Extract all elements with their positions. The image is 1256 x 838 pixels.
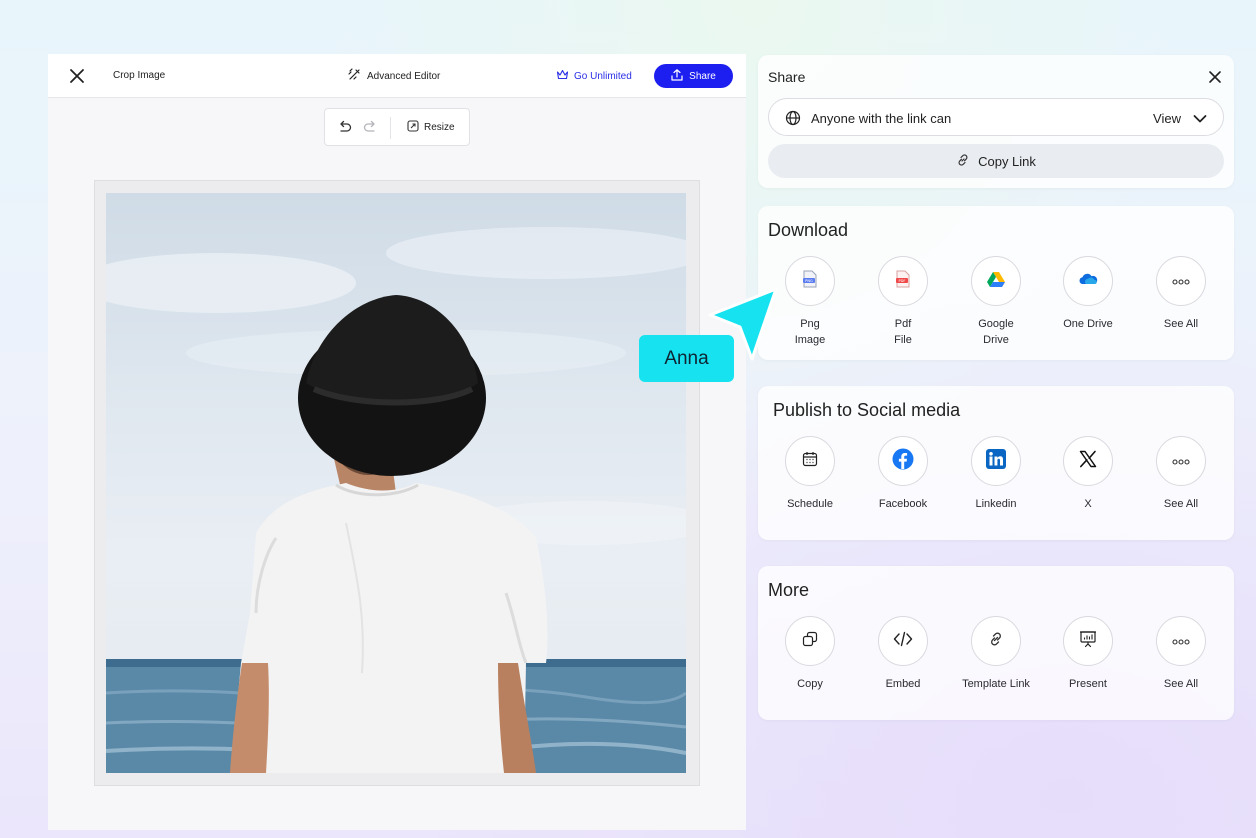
more-title: More	[768, 580, 810, 600]
option-label: File	[894, 334, 912, 346]
download-google-drive-option[interactable]: Google Drive	[961, 256, 1031, 348]
option-label: Embed	[885, 678, 921, 690]
svg-text:PNG: PNG	[805, 279, 813, 283]
link-access-value: View	[1153, 111, 1181, 126]
option-label: Facebook	[878, 498, 928, 510]
presentation-icon	[1079, 630, 1097, 653]
onedrive-icon	[1078, 272, 1098, 291]
magic-wand-icon	[348, 68, 361, 84]
download-title: Download	[768, 220, 849, 240]
svg-text:PDF: PDF	[898, 279, 905, 283]
more-icon	[1172, 452, 1190, 470]
linkedin-icon	[986, 448, 1006, 474]
option-label: Present	[1069, 678, 1107, 690]
toolbar-divider	[390, 117, 391, 139]
social-see-all-option[interactable]: See All	[1146, 436, 1216, 512]
option-label: Pdf	[894, 318, 912, 330]
resize-button[interactable]: Resize	[407, 120, 455, 135]
advanced-editor-button[interactable]: Advanced Editor	[348, 68, 440, 84]
option-label: Copy	[797, 678, 823, 690]
more-see-all-option[interactable]: See All	[1146, 616, 1216, 692]
go-unlimited-label: Go Unlimited	[574, 70, 632, 82]
photo-man-with-hat[interactable]	[106, 193, 686, 773]
share-panel: Share Anyone with the link can View Copy…	[758, 55, 1234, 188]
share-panel-title: Share	[768, 69, 806, 85]
option-label: Template Link	[962, 678, 1030, 690]
more-section: More Copy Embed Template Link Present Se…	[758, 566, 1234, 720]
x-option[interactable]: X	[1053, 436, 1123, 512]
link-icon	[988, 631, 1004, 652]
linkedin-option[interactable]: Linkedin	[961, 436, 1031, 512]
share-button[interactable]: Share	[654, 64, 733, 88]
facebook-icon	[892, 448, 914, 475]
resize-label: Resize	[424, 122, 455, 133]
schedule-option[interactable]: Schedule	[775, 436, 845, 512]
crown-icon	[556, 69, 569, 83]
option-label: One Drive	[1063, 318, 1113, 330]
x-icon	[1079, 450, 1097, 473]
resize-icon	[407, 120, 419, 135]
option-label: Image	[794, 334, 826, 346]
link-icon	[956, 153, 970, 170]
option-label: See All	[1163, 678, 1199, 690]
social-title: Publish to Social media	[773, 400, 961, 420]
facebook-option[interactable]: Facebook	[868, 436, 938, 512]
editor-topbar: Crop Image Advanced Editor Go Unlimited …	[48, 54, 746, 98]
option-label: Png	[800, 318, 820, 330]
download-section: Download PNG Png Image PDF Pdf File Google…	[758, 206, 1234, 360]
download-png-option[interactable]: PNG Png Image	[775, 256, 845, 348]
more-icon	[1172, 632, 1190, 650]
download-see-all-option[interactable]: See All	[1146, 256, 1216, 332]
download-onedrive-option[interactable]: One Drive	[1053, 256, 1123, 332]
social-publish-section: Publish to Social media Schedule Faceboo…	[758, 386, 1234, 540]
option-label: Schedule	[787, 498, 833, 510]
option-label: Linkedin	[975, 498, 1017, 510]
image-editor: Crop Image Advanced Editor Go Unlimited …	[48, 54, 746, 830]
image-canvas	[94, 180, 700, 786]
advanced-editor-label: Advanced Editor	[367, 70, 441, 82]
option-label: See All	[1163, 498, 1199, 510]
present-option[interactable]: Present	[1053, 616, 1123, 692]
more-icon	[1172, 272, 1190, 290]
redo-icon[interactable]	[362, 120, 378, 136]
embed-option[interactable]: Embed	[868, 616, 938, 692]
option-label: Drive	[983, 334, 1009, 346]
link-access-select[interactable]: Anyone with the link can View	[768, 98, 1224, 136]
go-unlimited-button[interactable]: Go Unlimited	[556, 69, 632, 83]
option-label: X	[1084, 498, 1092, 510]
copy-link-label: Copy Link	[978, 153, 1036, 169]
pdf-file-icon: PDF	[895, 270, 911, 293]
code-icon	[893, 631, 913, 652]
globe-icon	[785, 110, 801, 126]
copy-link-button[interactable]: Copy Link	[768, 144, 1224, 178]
link-access-label: Anyone with the link can	[811, 111, 952, 126]
calendar-icon	[802, 451, 818, 472]
close-icon[interactable]	[1208, 70, 1222, 84]
undo-icon[interactable]	[337, 120, 353, 136]
chevron-down-icon	[1193, 112, 1207, 124]
copy-option[interactable]: Copy	[775, 616, 845, 692]
google-drive-icon	[987, 271, 1005, 292]
editor-toolbar: Resize	[324, 108, 470, 146]
collaborator-name-tag: Anna	[639, 335, 734, 382]
share-button-label: Share	[689, 70, 716, 82]
upload-icon	[671, 68, 683, 84]
close-icon[interactable]	[68, 67, 86, 85]
page-title: Crop Image	[113, 70, 166, 81]
copy-icon	[802, 631, 818, 652]
option-label: Google	[978, 318, 1014, 330]
png-file-icon: PNG	[802, 270, 818, 293]
option-label: See All	[1163, 318, 1199, 330]
download-pdf-option[interactable]: PDF Pdf File	[868, 256, 938, 348]
template-link-option[interactable]: Template Link	[961, 616, 1031, 692]
